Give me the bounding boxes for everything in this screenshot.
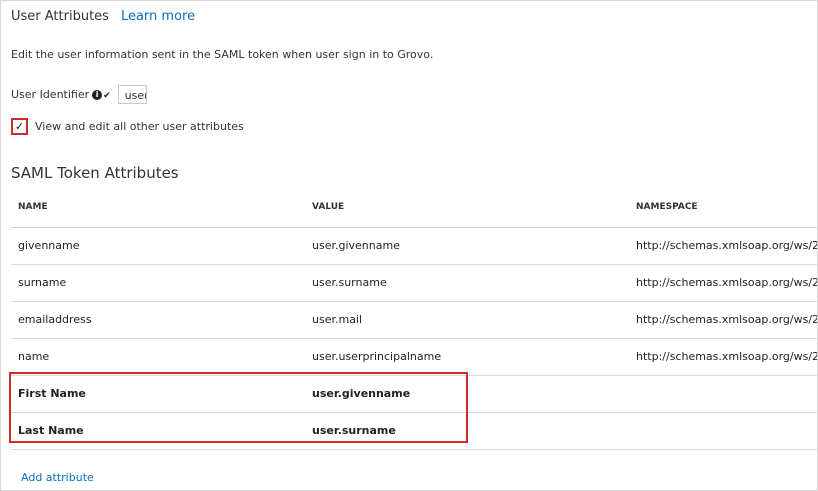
column-header-namespace[interactable]: NAMESPACE xyxy=(636,202,698,212)
saml-attributes-table: NAME VALUE NAMESPACE givenname user.give… xyxy=(11,191,818,450)
chevron-down-icon: ✔ xyxy=(103,90,111,101)
attribute-namespace: http://schemas.xmlsoap.org/ws/2 xyxy=(636,239,818,252)
attribute-value: user.surname xyxy=(312,424,396,437)
panel-title: User Attributes xyxy=(11,9,109,24)
checkmark-icon: ✓ xyxy=(14,120,25,133)
view-edit-checkbox-label[interactable]: View and edit all other user attributes xyxy=(35,120,244,133)
learn-more-link[interactable]: Learn more xyxy=(121,9,195,24)
attribute-name: givenname xyxy=(18,239,80,252)
panel-header: User Attributes Learn more xyxy=(11,9,195,24)
attribute-value: user.surname xyxy=(312,276,387,289)
user-attributes-panel: User Attributes Learn more Edit the user… xyxy=(0,0,818,491)
saml-section-title: SAML Token Attributes xyxy=(11,164,179,182)
attribute-namespace: http://schemas.xmlsoap.org/ws/2 xyxy=(636,313,818,326)
user-identifier-label: User Identifier xyxy=(11,88,90,101)
table-row[interactable]: Last Name user.surname xyxy=(11,413,817,450)
attribute-name: emailaddress xyxy=(18,313,92,326)
table-row[interactable]: name user.userprincipalname http://schem… xyxy=(11,339,818,376)
table-header: NAME VALUE NAMESPACE xyxy=(11,191,817,228)
add-attribute-link[interactable]: Add attribute xyxy=(21,471,94,484)
view-edit-checkbox[interactable]: ✓ xyxy=(11,118,28,135)
table-row[interactable]: givenname user.givenname http://schemas.… xyxy=(11,228,818,265)
info-icon[interactable]: i xyxy=(92,89,103,100)
view-edit-checkbox-row: ✓ View and edit all other user attribute… xyxy=(11,118,244,135)
user-identifier-select[interactable]: user xyxy=(117,85,147,104)
column-header-value[interactable]: VALUE xyxy=(312,202,344,212)
attribute-namespace: http://schemas.xmlsoap.org/ws/2 xyxy=(636,350,818,363)
attribute-name: surname xyxy=(18,276,67,289)
table-row[interactable]: emailaddress user.mail http://schemas.xm… xyxy=(11,302,818,339)
table-row[interactable]: First Name user.givenname xyxy=(11,376,817,413)
attribute-name: First Name xyxy=(18,387,86,400)
attribute-value: user.givenname xyxy=(312,387,411,400)
user-identifier-row: User Identifier i ✔ user xyxy=(11,85,147,104)
attribute-namespace: http://schemas.xmlsoap.org/ws/2 xyxy=(636,276,818,289)
table-row[interactable]: surname user.surname http://schemas.xmls… xyxy=(11,265,818,302)
panel-description: Edit the user information sent in the SA… xyxy=(11,48,434,61)
column-header-name[interactable]: NAME xyxy=(18,202,48,212)
attribute-name: Last Name xyxy=(18,424,84,437)
attribute-value: user.mail xyxy=(312,313,363,326)
attribute-value: user.userprincipalname xyxy=(312,350,442,363)
attribute-value: user.givenname xyxy=(312,239,400,252)
attribute-name: name xyxy=(18,350,50,363)
